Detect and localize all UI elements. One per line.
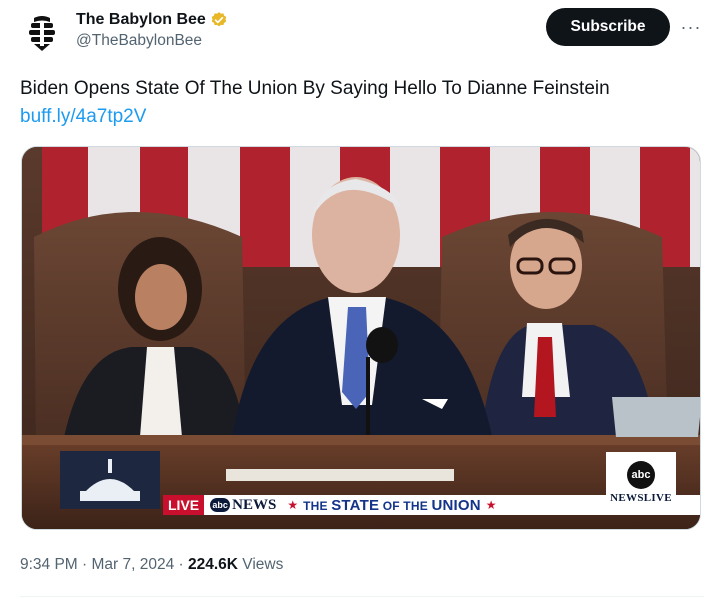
- tweet-time[interactable]: 9:34 PM: [20, 556, 78, 573]
- more-options-icon[interactable]: ···: [680, 16, 702, 38]
- abc-logo-icon: abc: [627, 460, 655, 489]
- news-text: NEWS: [232, 496, 277, 513]
- title-part-1: THE: [303, 498, 332, 513]
- tweet-header: The Babylon Bee @TheBabylonBee Subscribe…: [0, 0, 724, 66]
- divider: [20, 596, 704, 597]
- sotu-scene-image: [22, 147, 700, 529]
- author-handle[interactable]: @TheBabylonBee: [76, 30, 228, 52]
- subscribe-button[interactable]: Subscribe: [546, 8, 670, 46]
- author-names: The Babylon Bee @TheBabylonBee: [76, 10, 228, 52]
- title-part-3: OF THE: [379, 498, 432, 513]
- state-of-the-union-title: THE STATE OF THE UNION: [303, 497, 481, 514]
- newslive-text: NEWSLIVE: [610, 491, 672, 504]
- views-label: Views: [238, 556, 284, 573]
- star-icon: ★: [485, 498, 497, 512]
- tweet-link[interactable]: buff.ly/4a7tp2V: [20, 104, 146, 130]
- meta-separator: ·: [174, 556, 189, 573]
- star-icon: ★: [287, 498, 299, 512]
- tweet-media-image[interactable]: LIVE abc NEWS ★ THE STATE OF THE UNION ★…: [21, 146, 701, 530]
- abc-logo-icon: abc: [210, 498, 231, 512]
- tweet-date[interactable]: Mar 7, 2024: [92, 556, 175, 573]
- bee-logo-icon[interactable]: [20, 10, 64, 54]
- author-display-name[interactable]: The Babylon Bee: [76, 10, 228, 30]
- abc-news-label: abc NEWS: [204, 495, 282, 515]
- title-part-4: UNION: [431, 496, 481, 514]
- tweet-meta: 9:34 PM · Mar 7, 2024 · 224.6K Views: [20, 554, 283, 576]
- tweet-text: Biden Opens State Of The Union By Saying…: [20, 78, 610, 99]
- author-display-name-text: The Babylon Bee: [76, 11, 206, 28]
- meta-separator: ·: [77, 556, 92, 573]
- title-part-2: STATE: [331, 496, 380, 514]
- views-count: 224.6K: [188, 556, 238, 573]
- live-badge: LIVE: [163, 495, 205, 515]
- abc-newslive-logo: abc NEWSLIVE: [606, 452, 676, 512]
- gold-verified-badge-icon[interactable]: [210, 11, 228, 29]
